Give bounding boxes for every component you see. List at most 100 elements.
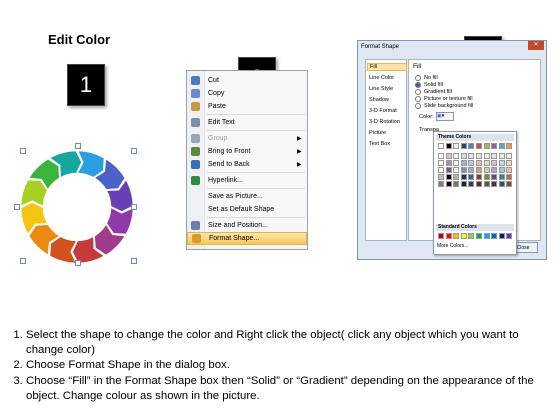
theme-color-swatch[interactable]: [438, 143, 444, 149]
theme-color-swatch[interactable]: [483, 174, 490, 180]
theme-color-swatch[interactable]: [460, 153, 467, 159]
theme-color-swatch[interactable]: [453, 174, 460, 180]
theme-color-swatch[interactable]: [468, 143, 475, 149]
theme-color-swatch[interactable]: [491, 153, 498, 159]
ring-segment[interactable]: [49, 236, 77, 264]
radio-slide-background-fill[interactable]: Slide background fill: [415, 103, 473, 109]
theme-color-swatch[interactable]: [438, 174, 444, 180]
theme-color-swatch[interactable]: [483, 143, 490, 149]
theme-color-swatch[interactable]: [453, 160, 460, 166]
menu-item-hyperlink[interactable]: Hyperlink...: [187, 174, 307, 187]
standard-color-swatch[interactable]: [506, 233, 513, 239]
theme-color-swatch[interactable]: [453, 143, 460, 149]
nav-picture[interactable]: Picture: [369, 130, 386, 136]
selection-handle[interactable]: [75, 143, 81, 149]
theme-color-swatch[interactable]: [506, 143, 513, 149]
theme-color-swatch[interactable]: [498, 181, 505, 187]
theme-color-swatch[interactable]: [483, 181, 490, 187]
theme-color-swatch[interactable]: [506, 167, 513, 173]
theme-color-swatch[interactable]: [468, 167, 475, 173]
theme-color-swatch[interactable]: [506, 174, 513, 180]
theme-color-swatch[interactable]: [491, 160, 498, 166]
theme-color-swatch[interactable]: [445, 153, 452, 159]
theme-color-swatch[interactable]: [498, 167, 505, 173]
selection-handle[interactable]: [20, 258, 26, 264]
selection-handle[interactable]: [131, 204, 137, 210]
theme-color-swatch[interactable]: [491, 174, 498, 180]
theme-color-swatch[interactable]: [491, 167, 498, 173]
nav-line-color[interactable]: Line Color: [369, 75, 394, 81]
theme-color-swatch[interactable]: [445, 143, 452, 149]
theme-color-swatch[interactable]: [453, 167, 460, 173]
selection-handle[interactable]: [20, 148, 26, 154]
selection-handle[interactable]: [75, 260, 81, 266]
theme-color-swatch[interactable]: [445, 181, 452, 187]
color-picker-button[interactable]: ▣▾: [436, 112, 454, 121]
menu-item-copy[interactable]: Copy: [187, 87, 307, 100]
theme-color-swatch[interactable]: [483, 167, 490, 173]
standard-color-swatch[interactable]: [476, 233, 482, 239]
theme-color-swatch[interactable]: [438, 167, 444, 173]
theme-color-swatch[interactable]: [476, 174, 482, 180]
theme-color-swatch[interactable]: [468, 160, 475, 166]
menu-item-edit-text[interactable]: Edit Text: [187, 116, 307, 129]
theme-color-swatch[interactable]: [445, 174, 452, 180]
theme-color-swatch[interactable]: [438, 153, 444, 159]
theme-color-swatch[interactable]: [438, 181, 444, 187]
nav-line-style[interactable]: Line Style: [369, 86, 393, 92]
theme-color-swatch[interactable]: [453, 181, 460, 187]
theme-color-swatch[interactable]: [506, 153, 513, 159]
standard-color-swatch[interactable]: [498, 233, 505, 239]
menu-item-send-to-back[interactable]: Send to Back ▶: [187, 158, 307, 171]
radio-picture-fill[interactable]: Picture or texture fill: [415, 96, 473, 102]
theme-color-swatch[interactable]: [468, 153, 475, 159]
theme-color-swatch[interactable]: [506, 160, 513, 166]
theme-color-swatch[interactable]: [468, 174, 475, 180]
more-colors-link[interactable]: More Colors...: [437, 243, 468, 249]
selection-handle[interactable]: [14, 204, 20, 210]
menu-item-group[interactable]: Group ▶: [187, 132, 307, 145]
theme-color-swatch[interactable]: [491, 143, 498, 149]
theme-color-swatch[interactable]: [453, 153, 460, 159]
ring-segment[interactable]: [20, 179, 48, 207]
theme-color-swatch[interactable]: [460, 174, 467, 180]
theme-color-swatch[interactable]: [476, 160, 482, 166]
selection-handle[interactable]: [131, 258, 137, 264]
radio-no-fill[interactable]: No fill: [415, 75, 438, 81]
menu-item-size-and-position[interactable]: Size and Position...: [187, 219, 307, 232]
theme-color-swatch[interactable]: [460, 181, 467, 187]
theme-color-swatch[interactable]: [438, 160, 444, 166]
theme-color-swatch[interactable]: [445, 160, 452, 166]
radio-solid-fill[interactable]: Solid fill: [415, 82, 443, 88]
theme-color-swatch[interactable]: [460, 143, 467, 149]
selection-handle[interactable]: [131, 148, 137, 154]
theme-color-swatch[interactable]: [468, 181, 475, 187]
theme-color-swatch[interactable]: [476, 181, 482, 187]
theme-color-swatch[interactable]: [498, 174, 505, 180]
ring-segment[interactable]: [77, 150, 105, 178]
theme-color-swatch[interactable]: [498, 143, 505, 149]
menu-item-bring-to-front[interactable]: Bring to Front ▶: [187, 145, 307, 158]
standard-color-swatch[interactable]: [483, 233, 490, 239]
standard-color-swatch[interactable]: [445, 233, 452, 239]
theme-color-swatch[interactable]: [476, 143, 482, 149]
menu-item-set-as-default-shape[interactable]: Set as Default Shape: [187, 203, 307, 216]
nav-fill[interactable]: Fill: [367, 63, 407, 71]
nav-shadow[interactable]: Shadow: [369, 97, 389, 103]
theme-color-swatch[interactable]: [498, 153, 505, 159]
menu-item-cut[interactable]: Cut: [187, 74, 307, 87]
theme-color-swatch[interactable]: [483, 153, 490, 159]
ring-segment[interactable]: [106, 207, 134, 235]
theme-color-swatch[interactable]: [483, 160, 490, 166]
nav-text-box[interactable]: Text Box: [369, 141, 390, 147]
menu-item-save-as-picture[interactable]: Save as Picture...: [187, 190, 307, 203]
theme-color-swatch[interactable]: [460, 160, 467, 166]
theme-color-swatch[interactable]: [476, 167, 482, 173]
menu-item-paste[interactable]: Paste: [187, 100, 307, 113]
standard-color-swatch[interactable]: [453, 233, 460, 239]
close-icon[interactable]: ✕: [528, 41, 544, 50]
theme-color-swatch[interactable]: [491, 181, 498, 187]
theme-color-swatch[interactable]: [445, 167, 452, 173]
standard-color-swatch[interactable]: [491, 233, 498, 239]
color-ring-diagram[interactable]: [18, 148, 136, 266]
